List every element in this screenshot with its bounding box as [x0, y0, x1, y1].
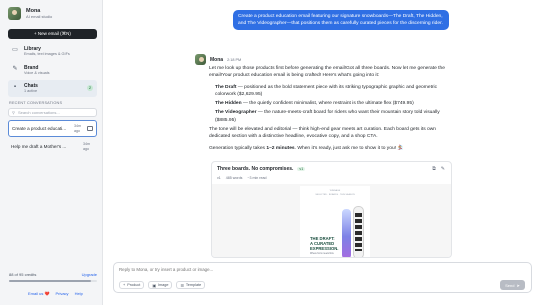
conversation-title: Help me draft a Mother's ...	[11, 144, 67, 149]
composer-chips: + Product ▣ Image ☰ Template	[119, 281, 206, 289]
brand-header: Mona AI email studio	[8, 7, 52, 20]
email-card-header: Three boards. No compromises. v1	[212, 162, 451, 176]
conversation-title: Create a product educati...	[12, 126, 67, 131]
chats-count-badge: 2	[87, 85, 93, 91]
upgrade-link[interactable]: Upgrade	[82, 272, 97, 277]
send-icon: ➤	[516, 282, 520, 288]
assistant-message: Mona 2:18 PM Let me look up those produc…	[195, 54, 455, 156]
template-icon: ☰	[180, 283, 184, 288]
insert-product-button[interactable]: + Product	[119, 281, 145, 289]
message-timing: Generation typically takes 1–2 minutes. …	[209, 145, 455, 152]
email-preview-area: WINNAGE SELECTED · BOARDS · THIS SEASON …	[212, 184, 451, 257]
conversation-search-field[interactable]: ⚲ Search conversations...	[8, 108, 97, 117]
send-button[interactable]: Send ➤	[500, 280, 525, 290]
conversation-item[interactable]: Help me draft a Mother's ... 34m ago	[8, 138, 97, 155]
assistant-name: Mona	[210, 56, 224, 63]
recent-conversations-label: RECENT CONVERSATIONS	[9, 101, 63, 105]
sidebar-item-sub: Emails, text images & GIFs	[24, 52, 70, 56]
email-meta: v1 485 words ~3 min read	[212, 176, 451, 180]
message-tone: The tone will be elevated and editorial …	[209, 127, 437, 140]
send-label: Send	[505, 282, 515, 288]
chat-panel: Create a product education email featuri…	[103, 0, 542, 305]
search-placeholder: Search conversations...	[17, 110, 60, 115]
sidebar: Mona AI email studio + New email (⌘N) ▭ …	[0, 0, 103, 305]
board-name: The Hidden	[215, 101, 242, 107]
email-tagline: SELECTED · BOARDS · THIS SEASON	[315, 194, 355, 196]
board-item: The Videographer — the nature-meets-craf…	[215, 109, 455, 124]
user-message: Create a product education email featuri…	[233, 10, 449, 31]
chat-icon: ▪	[13, 84, 17, 90]
footer-links: Email us ❤️ Privacy Help	[28, 291, 83, 296]
email-subline: Where form meets flow	[310, 253, 334, 255]
assistant-avatar	[195, 54, 206, 65]
sidebar-item-sub: Voice & visuals	[24, 71, 50, 75]
board-name: The Draft	[215, 84, 237, 90]
email-card-actions: ⧉ ✎	[432, 166, 445, 172]
sidebar-item-sub: 1 active	[24, 89, 38, 93]
email-version: v1	[217, 176, 221, 180]
message-input[interactable]	[119, 267, 449, 272]
email-word-count: 485 words	[225, 176, 243, 180]
email-us-link[interactable]: Email us ❤️	[28, 291, 49, 296]
credits-text: 88 of 95 credits	[9, 272, 37, 277]
plus-icon: +	[123, 283, 126, 287]
email-read-time: ~3 min read	[247, 176, 267, 180]
timing-prefix: Generation typically takes	[209, 145, 267, 151]
snowboard-image-2	[353, 206, 364, 257]
credits-progress-fill	[9, 280, 91, 282]
chip-label: Image	[157, 283, 169, 287]
snowboard-image-1	[342, 209, 351, 257]
version-badge: v1	[297, 167, 306, 171]
edit-icon[interactable]: ✎	[441, 166, 445, 172]
board-name: The Videographer	[215, 110, 257, 116]
sidebar-item-chats[interactable]: ▪ Chats 1 active 2	[8, 80, 97, 97]
credits-summary: 88 of 95 credits Upgrade	[9, 272, 97, 277]
headline-line: EXPRESSION.	[310, 246, 339, 251]
privacy-link[interactable]: Privacy	[55, 291, 68, 296]
credits-progress-bar	[9, 280, 97, 282]
conversation-time: 34m ago	[83, 142, 90, 151]
board-item: The Hidden — the quietly confident minim…	[215, 100, 455, 107]
chip-label: Template	[185, 283, 202, 287]
message-intro: Let me look up those products first befo…	[209, 66, 445, 79]
app-avatar	[8, 7, 21, 20]
copy-icon[interactable]: ⧉	[432, 166, 436, 172]
board-desc: — the quietly confident minimalist, wher…	[241, 101, 414, 107]
app-subtitle: AI email studio	[26, 14, 53, 19]
sidebar-item-library[interactable]: ▭ Library Emails, text images & GIFs	[8, 43, 97, 60]
image-icon: ▣	[152, 283, 156, 288]
board-desc: — positioned as the bold statement piece…	[215, 84, 438, 97]
board-item: The Draft — positioned as the bold state…	[215, 84, 455, 99]
message-composer: +Product ▣Image ☰Template Send ➤	[113, 262, 532, 293]
assistant-message-body: Let me look up those products first befo…	[209, 65, 455, 152]
archive-icon[interactable]	[87, 126, 93, 131]
sidebar-item-brand[interactable]: ✎ Brand Voice & visuals	[8, 62, 97, 79]
email-render: WINNAGE SELECTED · BOARDS · THIS SEASON …	[300, 186, 370, 257]
board-list: The Draft — positioned as the bold state…	[215, 84, 455, 124]
insert-image-button[interactable]: ▣ Image	[148, 281, 173, 289]
help-link[interactable]: Help	[75, 291, 83, 296]
brand-icon: ✎	[12, 66, 18, 72]
search-icon: ⚲	[12, 110, 15, 115]
assistant-header: Mona 2:18 PM	[195, 54, 455, 65]
conversation-time: 34m ago	[74, 124, 81, 133]
library-icon: ▭	[12, 47, 18, 53]
message-time: 2:18 PM	[227, 57, 242, 62]
insert-template-button[interactable]: ☰ Template	[176, 281, 206, 289]
timing-suffix: . When it's ready, just ask me to show i…	[294, 145, 404, 151]
email-headline: THE DRAFT: A CURATED EXPRESSION.	[310, 236, 338, 251]
conversation-item[interactable]: Create a product educati... 34m ago	[8, 120, 97, 137]
new-email-button[interactable]: + New email (⌘N)	[8, 29, 97, 39]
email-title: Three boards. No compromises.	[217, 166, 294, 172]
chip-label: Product	[127, 283, 141, 287]
email-preview-card[interactable]: Three boards. No compromises. v1 ⧉ ✎ v1 …	[211, 161, 452, 258]
timing-duration: 1–2 minutes	[266, 145, 295, 151]
email-brand: WINNAGE	[329, 190, 341, 192]
